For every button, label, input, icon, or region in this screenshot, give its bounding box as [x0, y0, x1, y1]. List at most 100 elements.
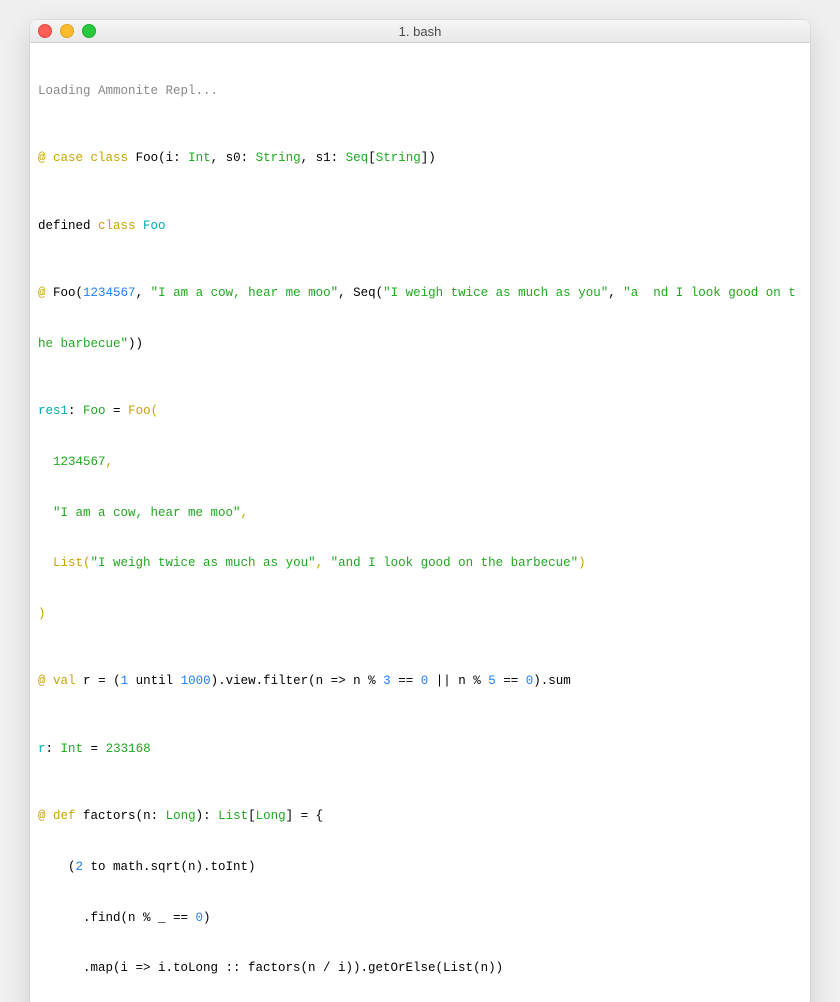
- frag: ): [578, 556, 586, 570]
- prompt-icon: @: [38, 151, 53, 165]
- input-line: @ case class Foo(i: Int, s0: String, s1:…: [38, 150, 802, 167]
- output-line: defined class Foo: [38, 218, 802, 235]
- kw-class: class: [98, 219, 136, 233]
- type-seq: Seq: [353, 286, 376, 300]
- frag: =: [83, 742, 106, 756]
- type-string: String: [256, 151, 301, 165]
- number: 0: [526, 674, 534, 688]
- kw-class: class: [91, 151, 129, 165]
- type-foo: Foo: [136, 151, 159, 165]
- frag: , s1:: [301, 151, 346, 165]
- output-line: 1234567,: [38, 454, 802, 471]
- frag: [: [368, 151, 376, 165]
- kw-case: case: [53, 151, 83, 165]
- input-line: @ val r = (1 until 1000).view.filter(n =…: [38, 673, 802, 690]
- number: 233168: [106, 742, 151, 756]
- number: 3: [383, 674, 391, 688]
- title-bar: 1. bash: [30, 20, 810, 43]
- type-foo: Foo: [53, 286, 76, 300]
- frag: .find(n % _ ==: [83, 911, 196, 925]
- string: "I am a cow, hear me moo": [53, 506, 241, 520]
- frag: || n %: [428, 674, 488, 688]
- type-list: List: [53, 556, 83, 570]
- string: "a nd I look good on t: [623, 286, 796, 300]
- output-line: "I am a cow, hear me moo",: [38, 505, 802, 522]
- window-title: 1. bash: [30, 24, 810, 39]
- frag: :: [46, 742, 61, 756]
- frag: =: [106, 404, 129, 418]
- frag: ): [136, 337, 144, 351]
- loading-text: Loading Ammonite Repl...: [38, 83, 802, 100]
- type-int: Int: [61, 742, 84, 756]
- frag: ): [428, 151, 436, 165]
- frag: ,: [241, 506, 249, 520]
- terminal-window: 1. bash Loading Ammonite Repl... @ case …: [30, 20, 810, 1002]
- frag: ): [128, 337, 136, 351]
- terminal-body[interactable]: Loading Ammonite Repl... @ case class Fo…: [30, 43, 810, 1002]
- prompt-icon: @: [38, 674, 53, 688]
- frag: ==: [391, 674, 421, 688]
- input-line: .map(i => i.toLong :: factors(n / i)).ge…: [38, 960, 802, 977]
- var-r: r: [83, 674, 91, 688]
- input-line: (2 to math.sqrt(n).toInt): [38, 859, 802, 876]
- number: 2: [76, 860, 84, 874]
- frag: , s0:: [211, 151, 256, 165]
- frag: (i:: [158, 151, 188, 165]
- number: 0: [196, 911, 204, 925]
- kw-def: def: [53, 809, 76, 823]
- string: "I weigh twice as much as you": [383, 286, 608, 300]
- frag: (: [68, 860, 76, 874]
- number: 1: [121, 674, 129, 688]
- output-line: List("I weigh twice as much as you", "an…: [38, 555, 802, 572]
- frag: ,: [106, 455, 114, 469]
- frag: = {: [293, 809, 323, 823]
- frag: ,: [136, 286, 151, 300]
- output-line: res1: Foo = Foo(: [38, 403, 802, 420]
- frag: =: [91, 674, 114, 688]
- frag: ,: [608, 286, 623, 300]
- input-line: .find(n % _ == 0): [38, 910, 802, 927]
- input-line: @ Foo(1234567, "I am a cow, hear me moo"…: [38, 285, 802, 302]
- input-line-cont: he barbecue")): [38, 336, 802, 353]
- type-seq: Seq: [346, 151, 369, 165]
- fn-factors: factors: [83, 809, 136, 823]
- frag: until: [128, 674, 181, 688]
- frag: to math.sqrt(n).toInt): [83, 860, 256, 874]
- type-foo: Foo: [143, 219, 166, 233]
- type-list: List: [218, 809, 248, 823]
- frag: ,: [338, 286, 353, 300]
- frag: ]: [286, 809, 294, 823]
- string: "I am a cow, hear me moo": [151, 286, 339, 300]
- input-line: @ def factors(n: Long): List[Long] = {: [38, 808, 802, 825]
- kw-defined: defined: [38, 219, 98, 233]
- type-long: Long: [166, 809, 196, 823]
- frag: [: [248, 809, 256, 823]
- prompt-icon: @: [38, 286, 53, 300]
- type-long: Long: [256, 809, 286, 823]
- frag: (: [83, 556, 91, 570]
- type-string: String: [376, 151, 421, 165]
- string: "I weigh twice as much as you": [91, 556, 316, 570]
- output-line: ): [38, 606, 802, 623]
- frag: ):: [196, 809, 219, 823]
- type-int: Int: [188, 151, 211, 165]
- string: "and I look good on the barbecue": [331, 556, 579, 570]
- frag: (: [151, 404, 159, 418]
- number: 1234567: [53, 455, 106, 469]
- frag: (: [76, 286, 84, 300]
- frag: :: [68, 404, 83, 418]
- frag: (: [113, 674, 121, 688]
- var-r: r: [38, 742, 46, 756]
- output-line: r: Int = 233168: [38, 741, 802, 758]
- frag: ).sum: [533, 674, 571, 688]
- frag: ).view.filter(n => n %: [211, 674, 384, 688]
- type-foo: Foo: [128, 404, 151, 418]
- frag: ): [203, 911, 211, 925]
- number: 1234567: [83, 286, 136, 300]
- var-res1: res1: [38, 404, 68, 418]
- number: 5: [488, 674, 496, 688]
- frag: ==: [496, 674, 526, 688]
- prompt-icon: @: [38, 809, 53, 823]
- type-foo: Foo: [83, 404, 106, 418]
- number: 1000: [181, 674, 211, 688]
